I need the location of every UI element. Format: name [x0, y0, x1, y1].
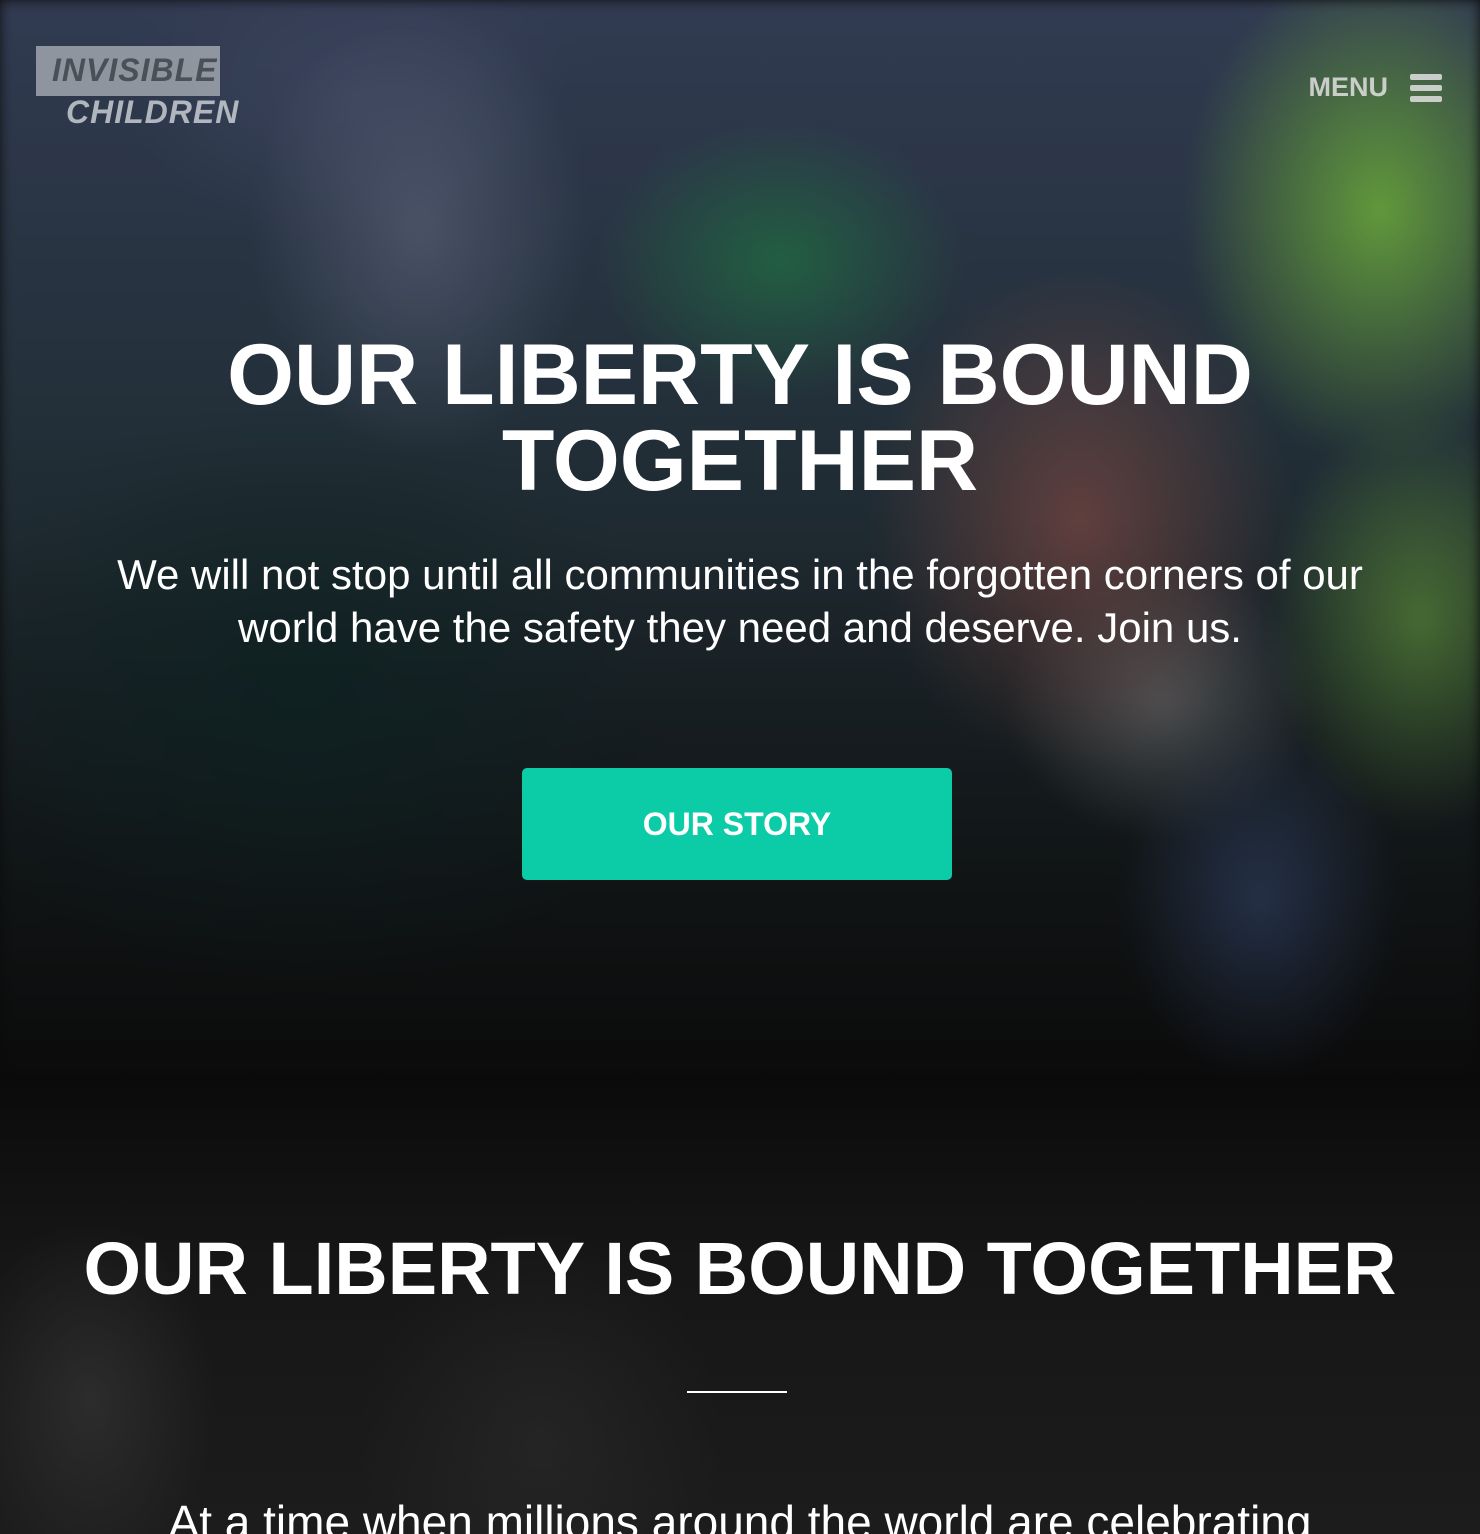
hamburger-icon [1410, 73, 1442, 102]
menu-label: MENU [1308, 72, 1389, 102]
hero-subtitle: We will not stop until all communities i… [117, 551, 1363, 651]
menu-button[interactable]: MENU [1308, 72, 1442, 103]
intro-section: OUR LIBERTY IS BOUND TOGETHER At a time … [0, 1080, 1480, 1534]
hero-section: INVISIBLE CHILDREN MENU OUR LIBERTY IS B… [0, 0, 1480, 1080]
hero-overlay [0, 0, 1480, 1080]
site-logo[interactable]: INVISIBLE CHILDREN [36, 44, 238, 134]
section-title: OUR LIBERTY IS BOUND TOGETHER [83, 1227, 1397, 1310]
section-body-text: At a time when millions around the world… [168, 1496, 1312, 1534]
our-story-button[interactable]: OUR STORY [522, 768, 952, 880]
logo-line-2: CHILDREN [66, 94, 240, 130]
section-divider [687, 1391, 787, 1393]
hero-title: OUR LIBERTY IS BOUND TOGETHER [227, 327, 1253, 509]
logo-line-1: INVISIBLE [52, 52, 218, 88]
